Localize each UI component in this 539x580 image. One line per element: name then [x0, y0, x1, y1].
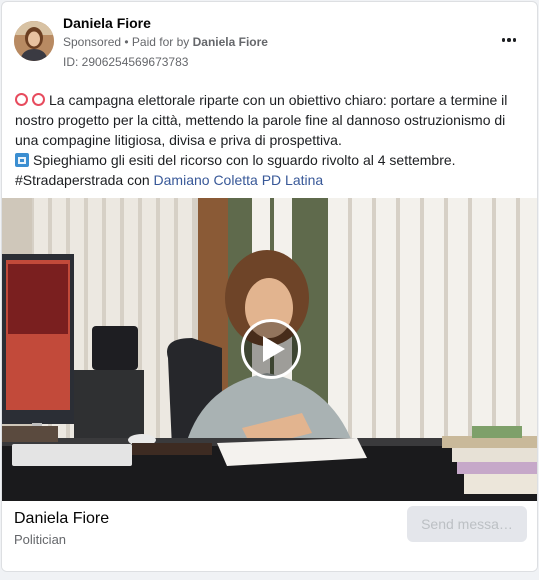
post-header: Daniela Fiore Sponsored • Paid for by Da… — [2, 2, 537, 77]
more-options-icon — [501, 38, 506, 42]
sponsored-label: Sponsored — [63, 35, 122, 49]
hashtag-text: #Stradaperstrada con — [15, 172, 154, 188]
ad-id: ID: 2906254569673783 — [63, 55, 189, 69]
avatar[interactable] — [14, 21, 54, 61]
video-player[interactable] — [2, 198, 537, 501]
more-options-button[interactable] — [497, 30, 521, 50]
play-icon — [262, 336, 285, 362]
cta-footer: Daniela Fiore Politician Send messa… — [2, 501, 537, 571]
ad-card: Daniela Fiore Sponsored • Paid for by Da… — [1, 1, 538, 572]
post-paragraph-2: Spieghiamo gli esiti del ricorso con lo … — [15, 150, 530, 170]
send-message-button[interactable]: Send messa… — [407, 506, 527, 542]
calendar-icon — [15, 153, 29, 167]
red-circle-icon — [15, 93, 28, 106]
post-paragraph-3: #Stradaperstrada con Damiano Coletta PD … — [15, 170, 530, 190]
author-name[interactable]: Daniela Fiore — [63, 15, 151, 31]
page-name[interactable]: Daniela Fiore — [14, 510, 109, 528]
page-category: Politician — [14, 532, 67, 547]
post-line-1: La campagna elettorale riparte con un ob… — [15, 92, 508, 148]
paid-for-label: • Paid for by — [121, 35, 193, 49]
paid-by-name: Daniela Fiore — [192, 35, 268, 49]
play-button[interactable] — [241, 319, 301, 379]
post-line-2: Spieghiamo gli esiti del ricorso con lo … — [33, 152, 456, 168]
mention-link[interactable]: Damiano Coletta PD Latina — [154, 172, 324, 188]
sponsored-line: Sponsored • Paid for by Daniela Fiore — [63, 35, 268, 49]
red-circle-icon — [32, 93, 45, 106]
post-paragraph-1: La campagna elettorale riparte con un ob… — [15, 90, 530, 150]
post-text: La campagna elettorale riparte con un ob… — [15, 90, 530, 190]
